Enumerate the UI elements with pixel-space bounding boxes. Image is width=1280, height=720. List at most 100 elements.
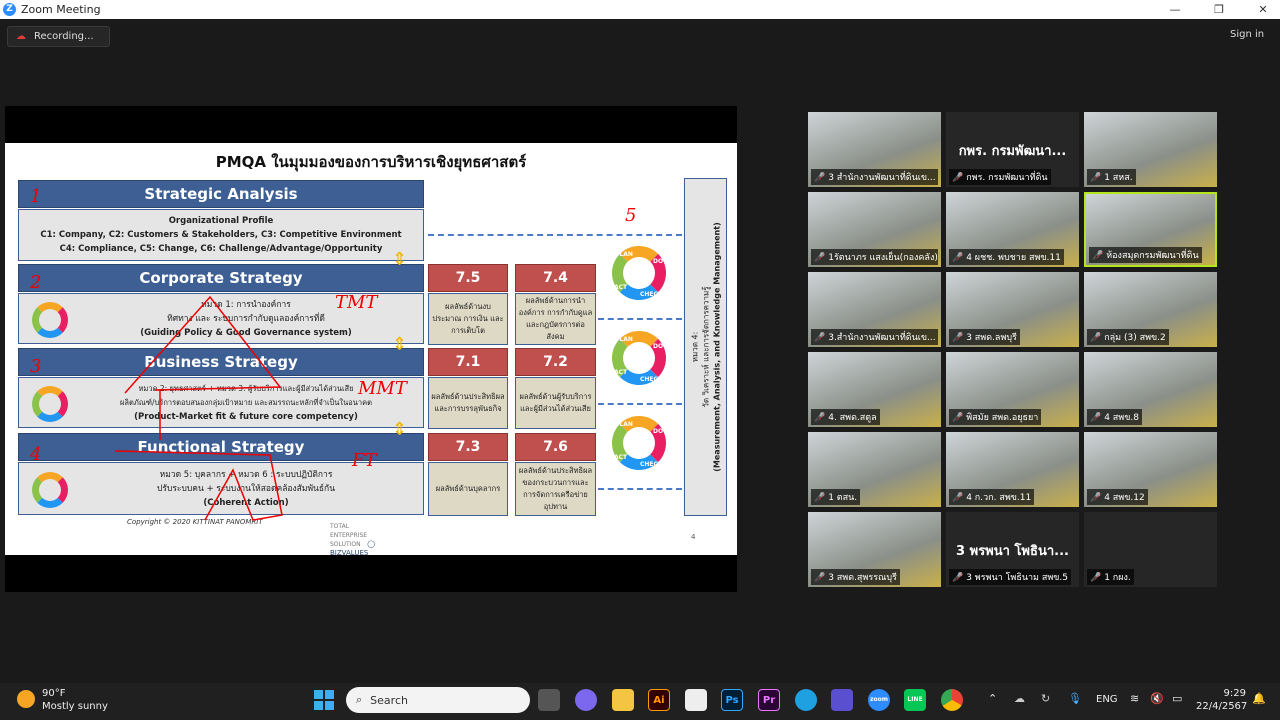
edge-icon[interactable] (795, 689, 817, 711)
participant-tile[interactable]: 🎤̸ 1 ตสน. (808, 432, 941, 507)
mic-muted-icon: 🎤̸ (952, 173, 964, 183)
speaker-muted-icon[interactable]: 🔇 (1150, 692, 1164, 705)
participant-label: 🎤̸ ห้องสมุดกรมพัฒนาที่ดิน (1089, 247, 1202, 263)
language-indicator[interactable]: ENG (1096, 694, 1118, 705)
participant-tile[interactable]: 🎤̸ 3 สพด.สุพรรณบุรี (808, 512, 941, 587)
participant-label: 🎤̸ 4 สพข.8 (1087, 409, 1142, 425)
taskbar (0, 683, 1280, 720)
participant-name: 3 สพด.ลพบุรี (966, 333, 1017, 343)
participant-tile[interactable]: 🎤̸ 3 สำนักงานพัฒนาที่ดินเข... (808, 112, 941, 187)
task-view-icon[interactable] (538, 689, 560, 711)
mic-muted-icon: 🎤̸ (1090, 413, 1102, 423)
participant-tile[interactable]: 🎤̸ 4 สพข.12 (1084, 432, 1217, 507)
mic-muted-icon: 🎤̸ (952, 413, 964, 423)
participant-name: ห้องสมุดกรมพัฒนาที่ดิน (1106, 251, 1199, 261)
participant-name: 4 ผชช. พบชาย สพข.11 (966, 253, 1061, 263)
notification-bell-icon[interactable]: 🔔 (1252, 692, 1266, 705)
battery-icon[interactable]: ▭ (1172, 692, 1182, 705)
participant-tile[interactable]: 🎤̸ 4 สพข.8 (1084, 352, 1217, 427)
participant-label: 🎤̸ 1 ตสน. (811, 489, 861, 505)
participant-label: 🎤̸ 4 ผชช. พบชาย สพข.11 (949, 249, 1064, 265)
participant-name: 1รัตนาภร แสงเย็น(กองคลัง) (828, 253, 938, 263)
participant-name-large: 3 พรพนา โพธินา... (956, 544, 1069, 559)
participant-tile[interactable]: 🎤̸ พิสมัย สพด.อยุธยา (946, 352, 1079, 427)
file-explorer-icon[interactable] (612, 689, 634, 711)
participant-name: 3.สำนักงานพัฒนาที่ดินเข... (828, 333, 936, 343)
mic-muted-icon: 🎤̸ (952, 493, 964, 503)
participant-name: 3 พรพนา โพธินาม สพข.5 (966, 573, 1068, 583)
participant-name: 1 สหส. (1104, 173, 1133, 183)
sync-icon[interactable]: ↻ (1041, 692, 1050, 705)
clock[interactable]: 9:29 22/4/2567 (1196, 687, 1248, 713)
app-icon[interactable] (831, 689, 853, 711)
mic-muted-icon: 🎤̸ (814, 253, 826, 263)
search-icon: ⌕ (356, 693, 363, 706)
minimize-button[interactable]: — (1160, 0, 1190, 19)
participant-label: 🎤̸ 3 สพด.สุพรรณบุรี (811, 569, 900, 585)
mic-muted-icon: 🎤̸ (952, 573, 964, 583)
date: 22/4/2567 (1196, 701, 1248, 712)
wifi-icon[interactable]: ≋ (1130, 692, 1139, 705)
maximize-button[interactable]: ❐ (1204, 0, 1234, 19)
participant-tile[interactable]: 🎤̸ 3.สำนักงานพัฒนาที่ดินเข... (808, 272, 941, 347)
time: 9:29 (1223, 688, 1246, 699)
participant-label: 🎤̸ 1 สหส. (1087, 169, 1136, 185)
participant-tile[interactable]: กพร. กรมพัฒนา... 🎤̸ กพร. กรมพัฒนาที่ดิน (946, 112, 1079, 187)
taskbar-search[interactable]: ⌕ Search (346, 687, 530, 713)
participant-name: 4 สพข.12 (1104, 493, 1145, 503)
participant-label: 🎤̸ 4 สพข.12 (1087, 489, 1148, 505)
participant-name: 4. สพด.สตูล (828, 413, 877, 423)
weather-widget[interactable]: 90°F Mostly sunny (42, 687, 108, 713)
microsoft-store-icon[interactable] (685, 689, 707, 711)
participant-name: 1 กผง. (1104, 573, 1131, 583)
participant-name: 3 สพด.สุพรรณบุรี (828, 573, 897, 583)
participant-label: 🎤̸ 4. สพด.สตูล (811, 409, 880, 425)
participant-name-large: กพร. กรมพัฒนา... (958, 144, 1067, 159)
zoom-app-icon[interactable]: zoom (868, 689, 890, 711)
participant-tile[interactable]: 🎤̸ 1 สหส. (1084, 112, 1217, 187)
participant-label: 🎤̸ 3.สำนักงานพัฒนาที่ดินเข... (811, 329, 938, 345)
mic-muted-icon: 🎤̸ (1090, 333, 1102, 343)
mic-muted-icon: 🎤̸ (814, 493, 826, 503)
line-app-icon[interactable]: LINE (904, 689, 926, 711)
participant-tile[interactable]: 🎤̸ กลุ่ม (3) สพข.2 (1084, 272, 1217, 347)
participant-name: 3 สำนักงานพัฒนาที่ดินเข... (828, 173, 936, 183)
participant-label: 🎤̸ 1รัตนาภร แสงเย็น(กองคลัง) (811, 249, 938, 265)
participant-tile[interactable]: 🎤̸ 1 กผง. (1084, 512, 1217, 587)
chrome-icon[interactable] (941, 689, 963, 711)
participant-name: กพร. กรมพัฒนาที่ดิน (966, 173, 1048, 183)
close-button[interactable]: ✕ (1248, 0, 1278, 19)
teams-chat-icon[interactable] (575, 689, 597, 711)
mic-muted-icon: 🎤̸ (1092, 251, 1104, 261)
mic-muted-icon: 🎤̸ (952, 333, 964, 343)
onedrive-icon[interactable]: ☁ (1014, 692, 1025, 705)
show-hidden-icons-chevron-icon[interactable]: ⌃ (988, 692, 997, 705)
participant-tile[interactable]: 🎤̸ 4. สพด.สตูล (808, 352, 941, 427)
search-placeholder: Search (370, 693, 408, 707)
mic-muted-icon: 🎤̸ (814, 573, 826, 583)
participant-tile[interactable]: 🎤̸ 1รัตนาภร แสงเย็น(กองคลัง) (808, 192, 941, 267)
participant-name: 1 ตสน. (828, 493, 858, 503)
mic-muted-icon: 🎤̸ (1090, 493, 1102, 503)
mic-muted-icon: 🎤̸ (1090, 573, 1102, 583)
participant-label: 🎤̸ กลุ่ม (3) สพข.2 (1087, 329, 1169, 345)
participant-tile[interactable]: 🎤̸ 4 ผชช. พบชาย สพข.11 (946, 192, 1079, 267)
windows-start-icon[interactable] (314, 690, 334, 710)
weather-sunny-icon[interactable] (17, 690, 35, 708)
mic-muted-icon: 🎤̸ (1090, 173, 1102, 183)
participant-label: 🎤̸ 4 ก.วก. สพข.11 (949, 489, 1035, 505)
premiere-icon[interactable]: Pr (758, 689, 780, 711)
participant-name: พิสมัย สพด.อยุธยา (966, 413, 1039, 423)
participant-tile[interactable]: 🎤̸ ห้องสมุดกรมพัฒนาที่ดิน (1084, 192, 1217, 267)
participant-tile[interactable]: 3 พรพนา โพธินา... 🎤̸ 3 พรพนา โพธินาม สพข.5 (946, 512, 1079, 587)
photoshop-icon[interactable]: Ps (721, 689, 743, 711)
illustrator-icon[interactable]: Ai (648, 689, 670, 711)
mic-muted-icon: 🎤̸ (814, 173, 826, 183)
participant-tile[interactable]: 🎤̸ 4 ก.วก. สพข.11 (946, 432, 1079, 507)
microphone-icon[interactable]: 🎙 (1068, 692, 1082, 705)
weather-temp: 90°F (42, 688, 66, 699)
mic-muted-icon: 🎤̸ (952, 253, 964, 263)
participant-label: 🎤̸ 3 พรพนา โพธินาม สพข.5 (949, 569, 1071, 585)
sign-in-button[interactable]: Sign in (1230, 29, 1264, 40)
participant-tile[interactable]: 🎤̸ 3 สพด.ลพบุรี (946, 272, 1079, 347)
